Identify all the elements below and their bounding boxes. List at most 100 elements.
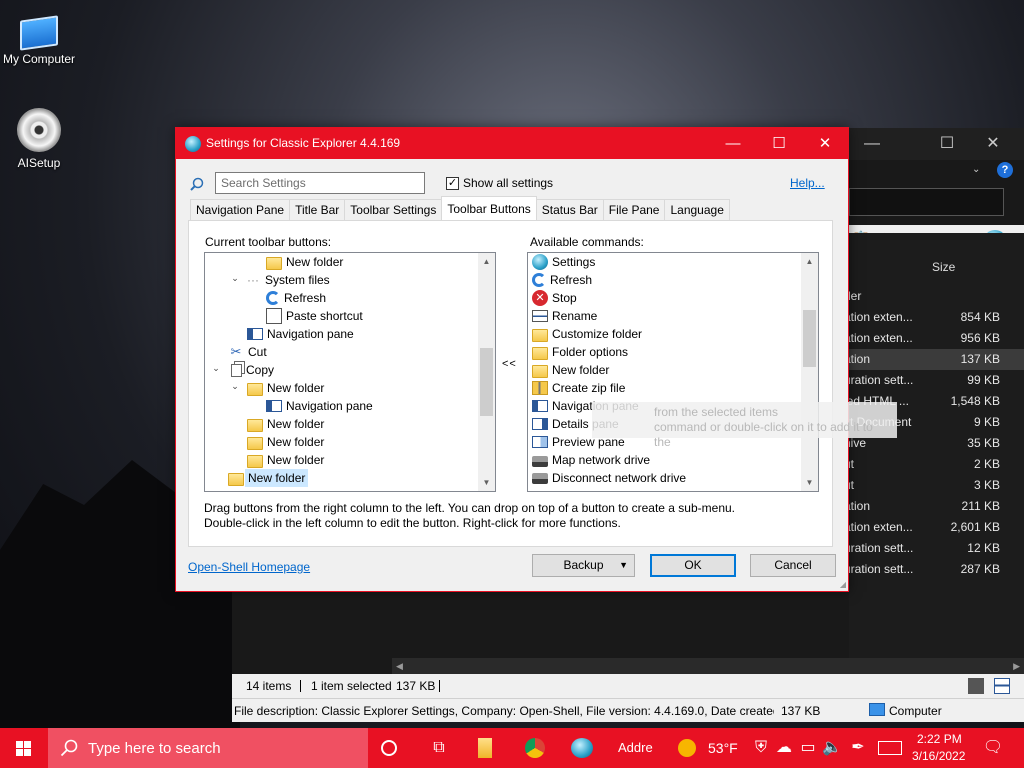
chevron-down-icon[interactable]: ⌄ (972, 164, 980, 175)
tab-file-pane[interactable]: File Pane (602, 199, 666, 220)
help-link[interactable]: Help... (790, 176, 825, 190)
file-row[interactable]: der (844, 286, 1024, 307)
tab-language[interactable]: Language (664, 199, 730, 220)
file-row[interactable]: ation 137 KB (844, 349, 1024, 370)
scroll-up-icon[interactable]: ▲ (801, 253, 818, 270)
details-view-icon[interactable] (968, 678, 984, 694)
command-item[interactable]: Map network drive (532, 451, 650, 469)
network-icon[interactable]: ▭ (797, 737, 819, 759)
horizontal-scrollbar[interactable]: ◀ ▶ (392, 658, 1024, 674)
chrome-icon[interactable] (525, 738, 545, 758)
cloud-icon[interactable]: ☁ (773, 737, 795, 759)
scroll-right-icon[interactable]: ▶ (1013, 658, 1020, 674)
command-item[interactable]: Folder options (532, 343, 628, 361)
pen-icon[interactable]: ✒ (847, 737, 869, 759)
scroll-left-icon[interactable]: ◀ (396, 658, 403, 674)
tab-status-bar[interactable]: Status Bar (535, 199, 604, 220)
clock-time[interactable]: 2:22 PM (917, 732, 962, 746)
file-row[interactable]: ut 2 KB (844, 454, 1024, 475)
tree-item[interactable]: New folder (247, 451, 324, 469)
file-row[interactable]: uration sett... 287 KB (844, 559, 1024, 580)
resize-grip-icon[interactable]: ◢ (840, 580, 846, 589)
desktop-icon-aisetup[interactable]: AISetup (0, 108, 84, 170)
tree-item[interactable]: Refresh (266, 289, 326, 307)
tree-item[interactable]: New folder (247, 379, 324, 397)
desktop-icon-my-computer[interactable]: My Computer (0, 10, 84, 66)
volume-icon[interactable]: 🔈 (821, 737, 843, 759)
tab-title-bar[interactable]: Title Bar (289, 199, 346, 220)
tree-item[interactable]: New folder (247, 433, 324, 451)
large-icons-view-icon[interactable] (994, 678, 1010, 694)
chevron-down-icon[interactable]: ⌄ (211, 363, 221, 374)
available-commands-list[interactable]: Settings Refresh ✕ Stop Rename Customize fold… (527, 252, 819, 492)
file-row[interactable]: uration sett... 99 KB (844, 370, 1024, 391)
cortana-icon[interactable] (381, 740, 397, 756)
cancel-button[interactable]: Cancel (750, 554, 836, 577)
command-item[interactable]: Customize folder (532, 325, 642, 343)
tree-item[interactable]: Navigation pane (247, 325, 354, 343)
weather-sun-icon[interactable] (678, 739, 696, 757)
security-shield-icon[interactable]: ⛨ (750, 737, 772, 759)
open-shell-homepage-link[interactable]: Open-Shell Homepage (188, 560, 310, 574)
windows-start-icon[interactable] (16, 741, 31, 756)
command-item[interactable]: ✕ Stop (532, 289, 577, 307)
task-view-icon[interactable]: ⧉ (428, 737, 450, 759)
explorer-search-box[interactable] (849, 188, 1004, 216)
maximize-icon[interactable]: ☐ (756, 128, 802, 159)
minimize-icon[interactable]: — (849, 132, 895, 156)
clock-date[interactable]: 3/16/2022 (912, 749, 965, 763)
tab-navigation-pane[interactable]: Navigation Pane (190, 199, 291, 220)
dialog-titlebar[interactable]: Settings for Classic Explorer 4.4.169 — … (176, 128, 848, 159)
address-toolbar-label[interactable]: Addre (618, 740, 653, 755)
file-row[interactable]: ut 3 KB (844, 475, 1024, 496)
command-item[interactable]: Settings (532, 253, 595, 271)
tree-item[interactable]: Navigation pane (266, 397, 373, 415)
command-item[interactable]: Refresh (532, 271, 592, 289)
file-row[interactable]: ation 211 KB (844, 496, 1024, 517)
scroll-thumb[interactable] (480, 348, 493, 416)
tree-item[interactable]: ··· System files (247, 271, 330, 289)
command-item[interactable]: Disconnect network drive (532, 469, 686, 487)
scroll-up-icon[interactable]: ▲ (478, 253, 495, 270)
tree-item[interactable]: New folder (266, 253, 343, 271)
notification-icon[interactable]: 🗨 (982, 737, 1004, 759)
tree-item[interactable]: Copy (228, 361, 274, 379)
backup-button[interactable]: Backup ▼ (532, 554, 635, 577)
tab-toolbar-buttons[interactable]: Toolbar Buttons (441, 196, 537, 220)
minimize-icon[interactable]: — (710, 128, 756, 159)
scroll-thumb[interactable] (803, 310, 816, 367)
commands-scrollbar[interactable]: ▲ ▼ (801, 253, 818, 491)
current-buttons-tree[interactable]: New folder ⌄ ··· System files Refresh Pas… (204, 252, 496, 492)
command-item[interactable]: New folder (532, 361, 609, 379)
tree-item[interactable]: New folder (247, 415, 324, 433)
open-shell-icon[interactable] (571, 738, 593, 758)
file-row[interactable]: uration sett... 12 KB (844, 538, 1024, 559)
size-column-header[interactable]: Size (932, 260, 955, 274)
keyboard-icon[interactable] (878, 741, 902, 755)
tree-item-selected[interactable]: New folder (228, 469, 309, 487)
tree-scrollbar[interactable]: ▲ ▼ (478, 253, 495, 491)
scroll-down-icon[interactable]: ▼ (801, 474, 818, 491)
tree-item[interactable]: ✂ Cut (228, 343, 267, 361)
tab-toolbar-settings[interactable]: Toolbar Settings (344, 199, 443, 220)
help-icon[interactable]: ? (997, 162, 1013, 178)
file-row[interactable]: ation exten... 956 KB (844, 328, 1024, 349)
file-row[interactable]: ation exten... 854 KB (844, 307, 1024, 328)
tree-item[interactable]: Paste shortcut (266, 307, 363, 325)
scroll-down-icon[interactable]: ▼ (478, 474, 495, 491)
maximize-icon[interactable]: ☐ (924, 132, 970, 156)
chevron-down-icon[interactable]: ⌄ (230, 273, 240, 284)
search-settings-input[interactable]: Search Settings (215, 172, 425, 194)
taskbar-search-box[interactable]: Type here to search (48, 728, 368, 768)
weather-temperature[interactable]: 53°F (708, 740, 738, 756)
checkbox-checked[interactable]: ✓ (446, 176, 459, 190)
close-icon[interactable]: ✕ (970, 132, 1016, 156)
close-icon[interactable]: ✕ (802, 128, 848, 159)
file-row[interactable]: ation exten... 2,601 KB (844, 517, 1024, 538)
ok-button[interactable]: OK (650, 554, 736, 577)
file-explorer-icon[interactable] (478, 738, 492, 758)
command-item[interactable]: Create zip file (532, 379, 625, 397)
command-item[interactable]: Rename (532, 307, 597, 325)
show-all-settings-checkbox[interactable]: ✓ Show all settings (446, 176, 553, 190)
chevron-down-icon[interactable]: ⌄ (230, 381, 240, 392)
